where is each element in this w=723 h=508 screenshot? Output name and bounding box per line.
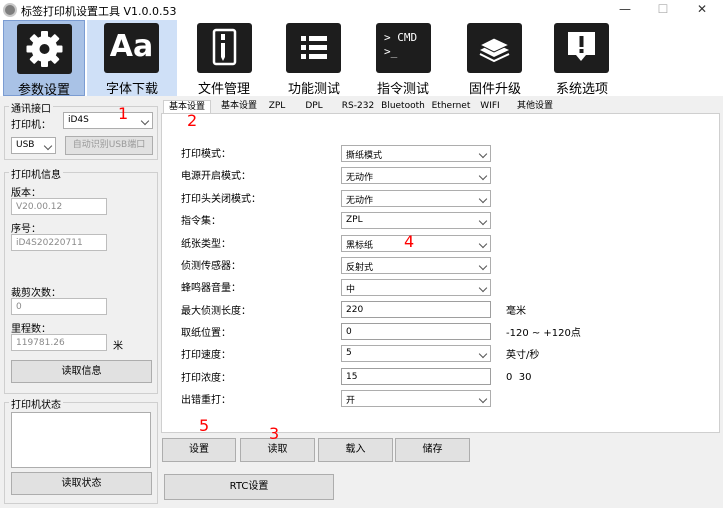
head-close-mode-select[interactable]: 无动作 xyxy=(341,190,491,207)
version-label: 版本： xyxy=(11,188,41,199)
annotation-4: 4 xyxy=(404,232,415,251)
sensor-label: 侦测传感器： xyxy=(181,261,241,272)
sensor-select[interactable]: 反射式 xyxy=(341,257,491,274)
serial-field: iD4S20220711 xyxy=(11,234,107,251)
auto-detect-usb-button[interactable]: 自动识别USB端口 xyxy=(65,136,153,155)
port-select[interactable]: USB xyxy=(11,137,56,154)
error-reprint-select[interactable]: 开 xyxy=(341,390,491,407)
paper-type-label: 纸张类型： xyxy=(181,239,231,250)
window-title: 标签打印机设置工具 V1.0.0.53 xyxy=(21,5,177,18)
print-speed-label: 打印速度： xyxy=(181,350,231,361)
print-density-input[interactable]: 15 xyxy=(341,368,491,385)
tool-label: 固件升级 xyxy=(468,82,521,97)
mileage-label: 里程数： xyxy=(11,324,51,335)
annotation-2: 2 xyxy=(187,111,198,130)
power-on-mode-select[interactable]: 无动作 xyxy=(341,167,491,184)
tool-label: 系统选项 xyxy=(555,82,608,97)
chip-stack-icon xyxy=(467,23,522,73)
printer-model-select[interactable]: iD4S xyxy=(63,112,153,129)
cmd-line-2: >_ xyxy=(384,45,398,58)
tear-position-input[interactable]: 0 xyxy=(341,323,491,340)
version-field: V20.00.12 xyxy=(11,198,107,215)
tool-label: 指令测试 xyxy=(376,82,429,97)
status-group-label: 打印机状态 xyxy=(9,396,63,411)
tab-ethernet[interactable]: Ethernet xyxy=(430,100,472,113)
print-density-label: 打印浓度： xyxy=(181,373,231,384)
max-detect-length-unit: 毫米 xyxy=(506,306,526,317)
set-button[interactable]: 设置 xyxy=(162,438,236,462)
maximize-button[interactable]: ☐ xyxy=(643,0,683,20)
annotation-5: 5 xyxy=(199,416,210,435)
title-bar: 标签打印机设置工具 V1.0.0.53 — ☐ ✕ xyxy=(0,0,723,20)
tool-system-options[interactable]: 系统选项 xyxy=(539,20,625,97)
save-button[interactable]: 储存 xyxy=(395,438,470,462)
tool-label: 功能测试 xyxy=(287,82,340,97)
tool-function-test[interactable]: 功能测试 xyxy=(271,20,357,97)
mileage-field: 119781.26 xyxy=(11,334,107,351)
cmd-terminal-icon: > CMD >_ xyxy=(376,23,431,73)
gear-icon xyxy=(17,24,72,74)
main-toolbar: 参数设置 Aa 字体下载 文件管理 功能测试 > CMD >_ 指令测试 固件升… xyxy=(0,20,723,98)
tab-zpl[interactable]: ZPL xyxy=(266,100,288,113)
tab-bluetooth[interactable]: Bluetooth xyxy=(380,100,426,113)
paper-type-select[interactable]: 黑标纸 xyxy=(341,235,491,252)
mileage-unit: 米 xyxy=(113,341,123,352)
cmd-line-1: > CMD xyxy=(384,31,418,44)
tab-wifi[interactable]: WIFI xyxy=(476,100,504,113)
tool-command-test[interactable]: > CMD >_ 指令测试 xyxy=(360,20,446,97)
command-set-label: 指令集： xyxy=(181,216,221,227)
annotation-1: 1 xyxy=(118,104,129,123)
print-density-range: 0 30 xyxy=(506,372,532,383)
close-button[interactable]: ✕ xyxy=(682,0,722,20)
comm-group-label: 通讯接口 xyxy=(9,100,53,115)
rtc-settings-button[interactable]: RTC设置 xyxy=(164,474,334,500)
print-mode-label: 打印模式： xyxy=(181,149,231,160)
info-group-label: 打印机信息 xyxy=(9,166,63,181)
buzzer-volume-select[interactable]: 中 xyxy=(341,279,491,296)
buzzer-volume-label: 蜂鸣器音量： xyxy=(181,283,241,294)
cut-count-label: 裁剪次数： xyxy=(11,288,61,299)
tool-firmware-upgrade[interactable]: 固件升级 xyxy=(452,20,538,97)
minimize-button[interactable]: — xyxy=(605,0,645,20)
tab-other-settings[interactable]: 其他设置 xyxy=(511,100,559,113)
tool-font-download[interactable]: Aa 字体下载 xyxy=(87,20,177,97)
status-text-area[interactable] xyxy=(11,412,151,468)
alert-box-icon xyxy=(554,23,609,73)
serial-label: 序号： xyxy=(11,224,41,235)
power-on-mode-label: 电源开启模式： xyxy=(181,171,251,182)
tear-position-label: 取纸位置： xyxy=(181,328,231,339)
tab-dpl[interactable]: DPL xyxy=(302,100,326,113)
print-speed-select[interactable]: 5 xyxy=(341,345,491,362)
list-icon xyxy=(286,23,341,73)
tool-param-settings[interactable]: 参数设置 xyxy=(3,20,85,98)
error-reprint-label: 出错重打： xyxy=(181,395,231,406)
load-button[interactable]: 载入 xyxy=(318,438,393,462)
command-set-select[interactable]: ZPL xyxy=(341,212,491,229)
file-manager-icon xyxy=(197,23,252,73)
read-status-button[interactable]: 读取状态 xyxy=(11,472,152,495)
app-icon xyxy=(3,3,17,17)
tear-position-range: -120 ~ +120点 xyxy=(506,328,581,339)
font-aa-icon: Aa xyxy=(104,23,159,73)
tool-label: 文件管理 xyxy=(197,82,250,97)
tool-label: 参数设置 xyxy=(17,83,70,98)
read-info-button[interactable]: 读取信息 xyxy=(11,360,152,383)
tab-rs232[interactable]: RS-232 xyxy=(338,100,378,113)
max-detect-length-label: 最大侦测长度： xyxy=(181,306,251,317)
print-speed-unit: 英寸/秒 xyxy=(506,350,540,361)
tool-file-manager[interactable]: 文件管理 xyxy=(181,20,267,97)
tab-basic-settings-2[interactable]: 基本设置 xyxy=(215,100,263,113)
cut-count-field: 0 xyxy=(11,298,107,315)
head-close-mode-label: 打印头关闭模式： xyxy=(181,194,261,205)
tool-label: 字体下载 xyxy=(105,82,158,97)
annotation-3: 3 xyxy=(269,424,280,443)
printer-label: 打印机： xyxy=(11,120,51,131)
print-mode-select[interactable]: 撕纸模式 xyxy=(341,145,491,162)
max-detect-length-input[interactable]: 220 xyxy=(341,301,491,318)
